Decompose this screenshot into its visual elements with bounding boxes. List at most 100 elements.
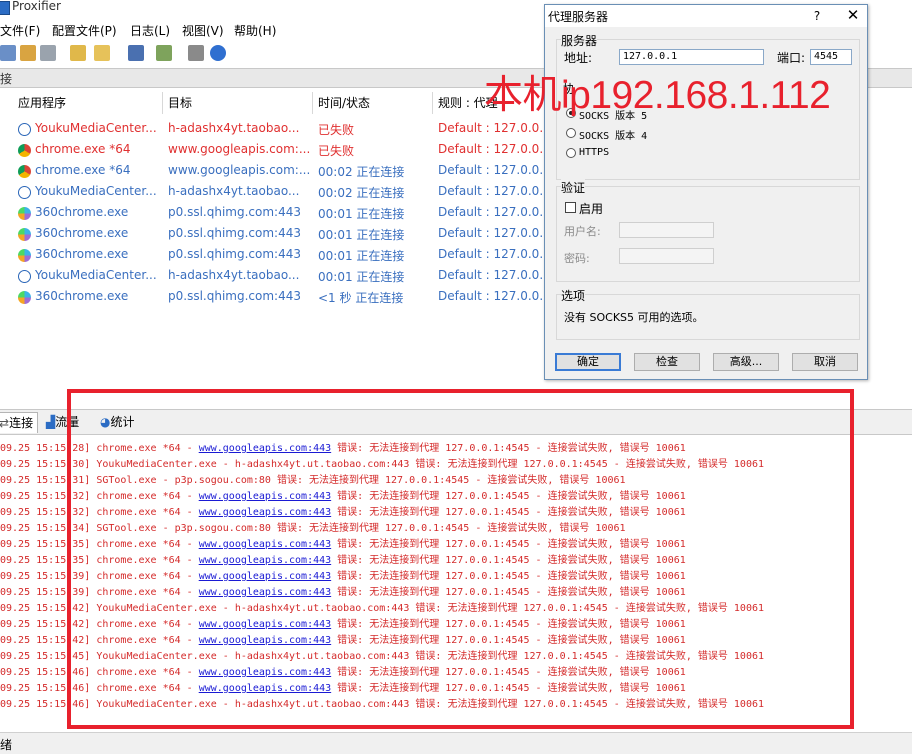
- table-row[interactable]: chrome.exe *64 www.googleapis.com:... 00:0…: [14, 161, 546, 182]
- check-button[interactable]: 检查: [634, 353, 700, 371]
- annotation-text: 本机ip192.168.1.112: [484, 74, 831, 117]
- table-row[interactable]: YoukuMediaCenter... h-adashx4yt.taobao...…: [14, 266, 546, 287]
- status-text: 绪: [0, 738, 13, 752]
- proxifier-app-icon: [0, 1, 10, 15]
- close-icon[interactable]: ✕: [841, 5, 865, 25]
- column-header-time-status[interactable]: 时间/状态: [318, 94, 370, 111]
- help-icon[interactable]: [210, 45, 226, 61]
- password-input[interactable]: [619, 248, 714, 264]
- print-icon[interactable]: [188, 45, 204, 61]
- cell-rule: Default : 127.0.0.1:: [438, 121, 546, 135]
- 360-app-icon: [18, 207, 31, 220]
- cell-status: 00:01 正在连接: [318, 207, 405, 221]
- column-separator[interactable]: [162, 92, 163, 114]
- menu-profile[interactable]: 配置文件(P): [52, 22, 117, 39]
- 360-app-icon: [18, 291, 31, 304]
- cell-status: 已失败: [318, 144, 355, 158]
- options-icon[interactable]: [0, 45, 16, 61]
- cell-rule: Default : 127.0.0.1:: [438, 268, 546, 282]
- cell-status: 00:01 正在连接: [318, 270, 405, 284]
- column-header-target[interactable]: 目标: [168, 94, 192, 111]
- connections-table: 应用程序 目标 时间/状态 规则 : 代理 YoukuMediaCenter..…: [0, 90, 546, 408]
- cell-target: h-adashx4yt.taobao...: [168, 121, 300, 135]
- chrome-app-icon: [18, 165, 31, 178]
- connections-tab-icon: ⇄: [0, 416, 10, 430]
- menu-help[interactable]: 帮助(H): [234, 22, 276, 39]
- cell-status: 00:02 正在连接: [318, 165, 405, 179]
- socks4-label: SOCKS 版本 4: [579, 131, 648, 142]
- cell-rule: Default : 127.0.0.1:: [438, 205, 546, 219]
- speed-icon[interactable]: [40, 45, 56, 61]
- server-group-label: 服务器: [561, 32, 598, 49]
- open-icon[interactable]: [70, 45, 86, 61]
- cell-rule: Default : 127.0.0.1:: [438, 184, 546, 198]
- column-separator[interactable]: [312, 92, 313, 114]
- cell-target: p0.ssl.qhimg.com:443: [168, 289, 301, 303]
- cell-rule: Default : 127.0.0.1:: [438, 142, 546, 156]
- https-radio[interactable]: [566, 148, 576, 158]
- cell-application: YoukuMediaCenter...: [35, 121, 157, 135]
- table-row[interactable]: YoukuMediaCenter... h-adashx4yt.taobao...…: [14, 119, 546, 140]
- cancel-button[interactable]: 取消: [792, 353, 858, 371]
- save-icon[interactable]: [128, 45, 144, 61]
- cell-status: 00:01 正在连接: [318, 228, 405, 242]
- cell-rule: Default : 127.0.0.1:: [438, 247, 546, 261]
- chrome-app-icon: [18, 144, 31, 157]
- cell-target: h-adashx4yt.taobao...: [168, 184, 300, 198]
- 360-app-icon: [18, 228, 31, 241]
- window-title: Proxifier: [12, 0, 61, 13]
- menu-view[interactable]: 视图(V): [182, 22, 224, 39]
- proxy-server-dialog: 代理服务器 ? ✕ 服务器 地址: 127.0.0.1 端口: 4545 协 S…: [544, 4, 868, 380]
- cell-application: 360chrome.exe: [35, 205, 129, 219]
- cell-target: www.googleapis.com:...: [168, 163, 310, 177]
- cell-target: www.googleapis.com:...: [168, 142, 310, 156]
- folder-icon[interactable]: [94, 45, 110, 61]
- options-text: 没有 SOCKS5 可用的选项。: [564, 311, 704, 324]
- youku-app-icon: [18, 186, 31, 199]
- cell-target: p0.ssl.qhimg.com:443: [168, 247, 301, 261]
- cell-status: 00:01 正在连接: [318, 249, 405, 263]
- advanced-button[interactable]: 高级...: [713, 353, 779, 371]
- cell-application: chrome.exe *64: [35, 142, 131, 156]
- status-bar: 绪: [0, 732, 912, 754]
- password-label: 密码:: [564, 252, 590, 265]
- table-row[interactable]: YoukuMediaCenter... h-adashx4yt.taobao...…: [14, 182, 546, 203]
- youku-app-icon: [18, 270, 31, 283]
- dialog-title: 代理服务器: [548, 10, 609, 24]
- cell-application: YoukuMediaCenter...: [35, 184, 157, 198]
- menu-log[interactable]: 日志(L): [130, 22, 170, 39]
- column-header-application[interactable]: 应用程序: [18, 94, 66, 111]
- 360-app-icon: [18, 249, 31, 262]
- cell-rule: Default : 127.0.0.1:: [438, 163, 546, 177]
- table-row[interactable]: chrome.exe *64 www.googleapis.com:... 已失败 D…: [14, 140, 546, 161]
- socks4-radio[interactable]: [566, 128, 576, 138]
- cell-application: 360chrome.exe: [35, 247, 129, 261]
- cell-rule: Default : 127.0.0.1:: [438, 289, 546, 303]
- auth-group-label: 验证: [561, 179, 586, 196]
- cell-target: p0.ssl.qhimg.com:443: [168, 226, 301, 240]
- profile-icon[interactable]: [20, 45, 36, 61]
- column-separator[interactable]: [432, 92, 433, 114]
- enable-auth-label: 启用: [579, 202, 604, 216]
- enable-auth-checkbox[interactable]: [565, 202, 576, 213]
- table-row[interactable]: 360chrome.exe p0.ssl.qhimg.com:443 00:01 正…: [14, 203, 546, 224]
- table-row[interactable]: 360chrome.exe p0.ssl.qhimg.com:443 00:01 正…: [14, 224, 546, 245]
- table-row[interactable]: 360chrome.exe p0.ssl.qhimg.com:443 <1 秒 正在…: [14, 287, 546, 308]
- table-row[interactable]: 360chrome.exe p0.ssl.qhimg.com:443 00:01 正…: [14, 245, 546, 266]
- port-input[interactable]: 4545: [810, 49, 852, 65]
- cell-application: chrome.exe *64: [35, 163, 131, 177]
- address-input[interactable]: 127.0.0.1: [619, 49, 764, 65]
- cell-application: 360chrome.exe: [35, 289, 129, 303]
- help-button[interactable]: ?: [807, 6, 827, 26]
- cell-status: <1 秒 正在连接: [318, 291, 404, 305]
- ok-button[interactable]: 确定: [555, 353, 621, 371]
- username-input[interactable]: [619, 222, 714, 238]
- dialog-title-bar: 代理服务器 ? ✕: [545, 5, 867, 27]
- cell-status: 00:02 正在连接: [318, 186, 405, 200]
- options-group-label: 选项: [561, 287, 586, 304]
- tab-connections[interactable]: ⇄连接: [0, 412, 39, 433]
- username-label: 用户名:: [564, 225, 601, 238]
- import-icon[interactable]: [156, 45, 172, 61]
- menu-file[interactable]: 文件(F): [0, 22, 40, 39]
- traffic-chart-icon: ▟: [46, 415, 56, 429]
